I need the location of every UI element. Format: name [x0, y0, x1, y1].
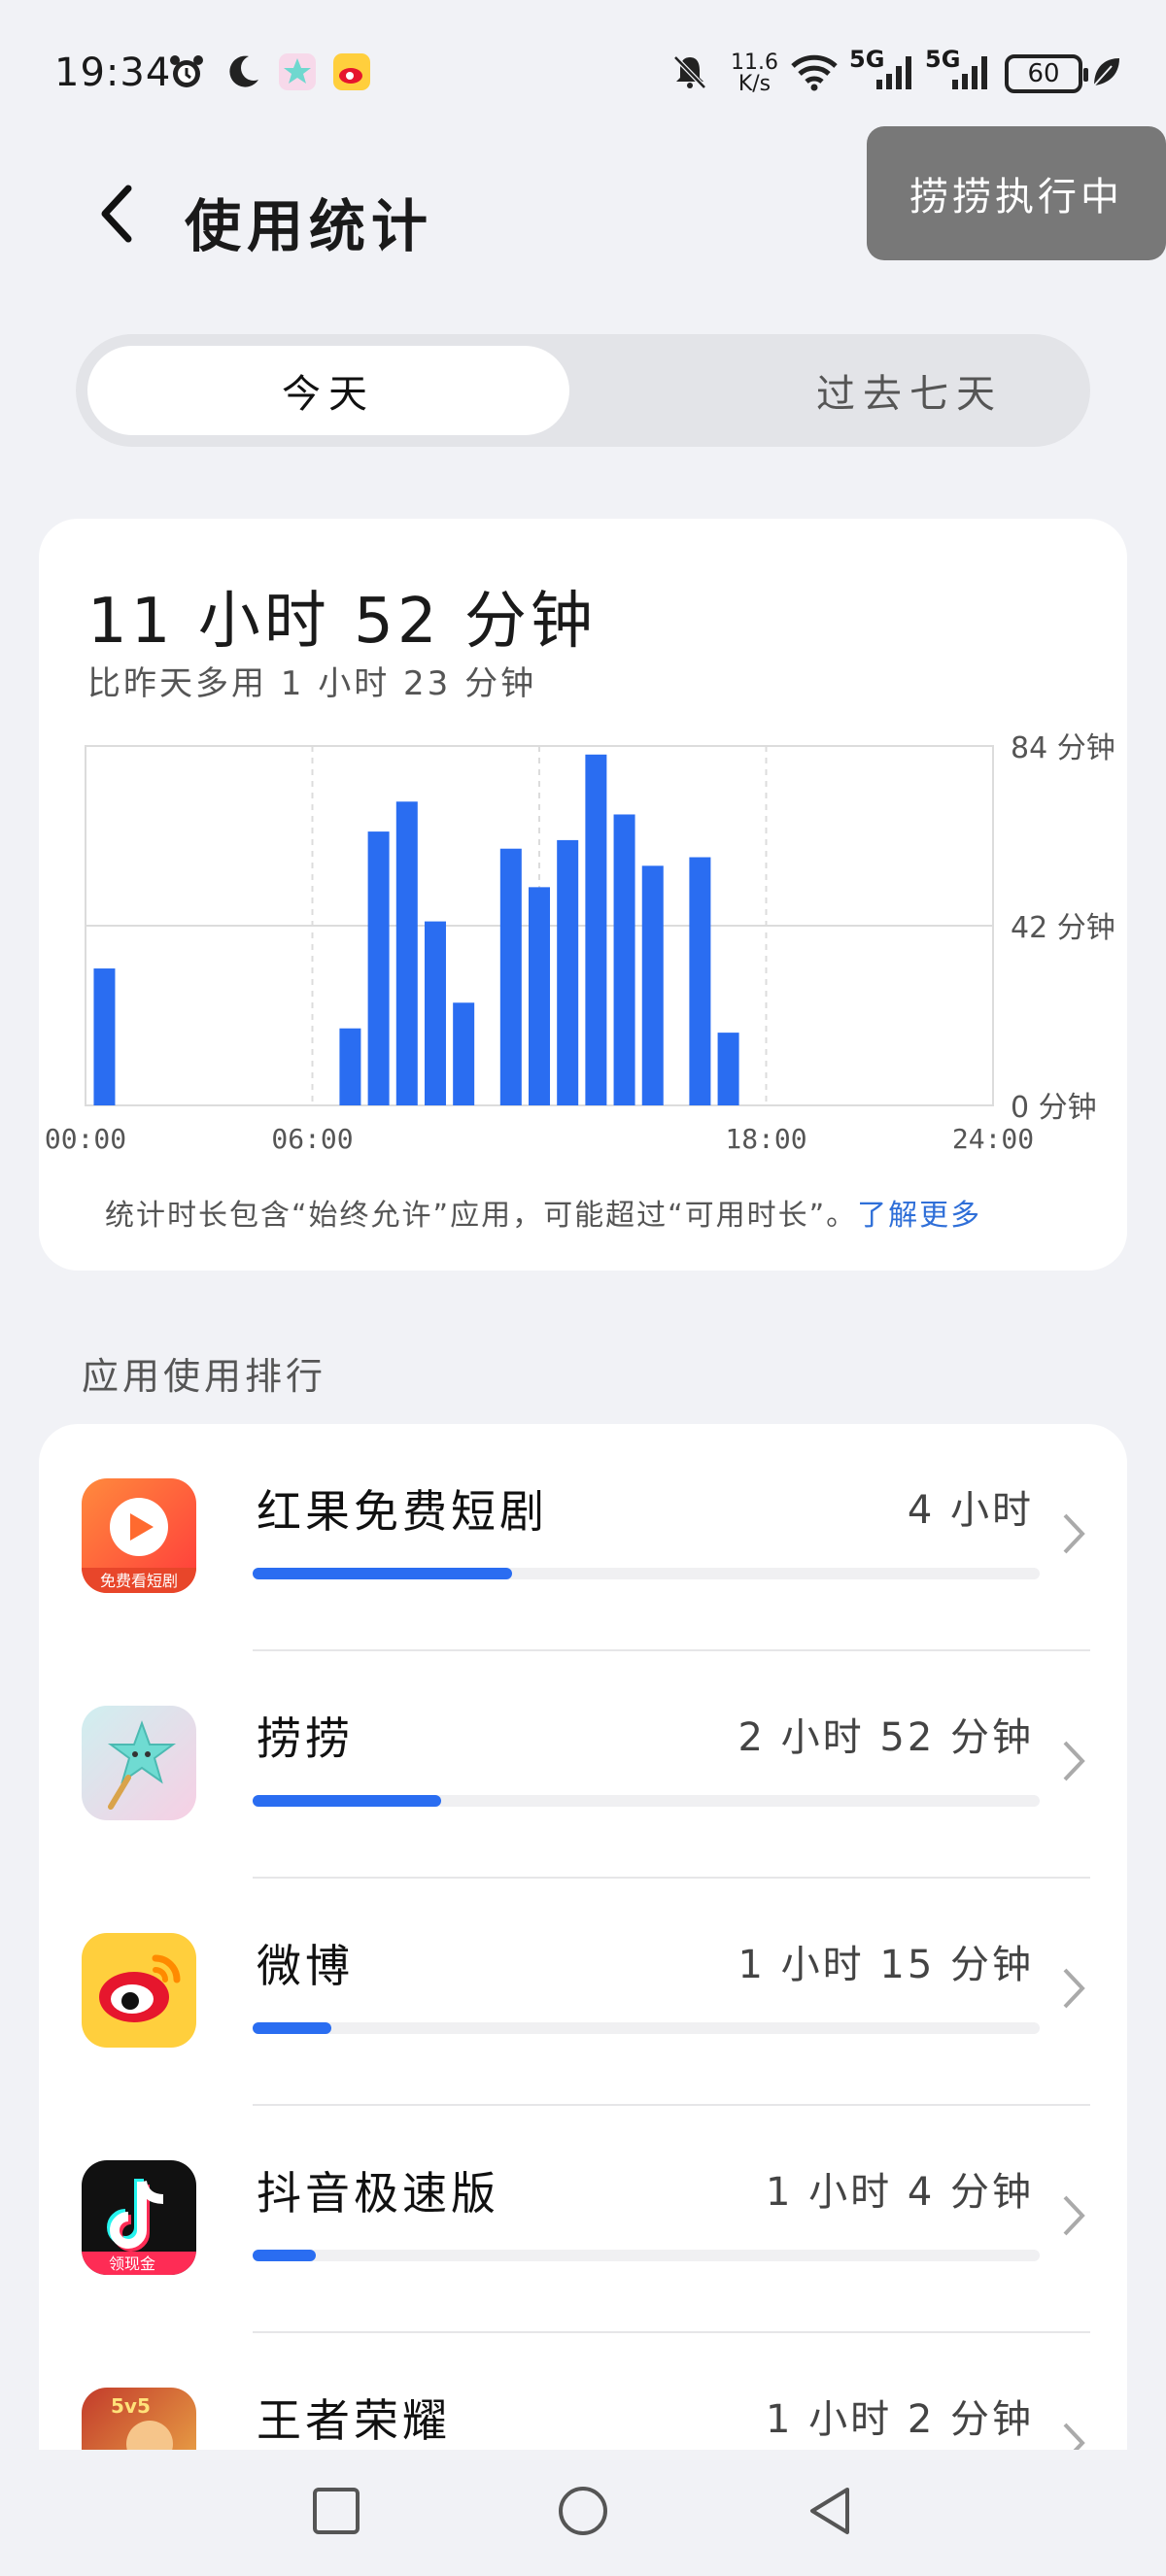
square-icon: [313, 2488, 360, 2534]
hongguo-icon: 免费看短剧: [82, 1478, 196, 1593]
chart-bar: [453, 1002, 475, 1105]
chevron-right-icon: [1063, 1513, 1085, 1554]
status-time: 19:34: [54, 51, 172, 95]
usage-progress-fill: [253, 2250, 316, 2261]
chart-y-tick-label: 84 分钟: [1011, 731, 1115, 765]
usage-note-text: 统计时长包含“始终允许”应用，可能超过“可用时长”。: [105, 1199, 858, 1233]
back-button[interactable]: [78, 175, 155, 253]
usage-summary-card: 11 小时 52 分钟 比昨天多用 1 小时 23 分钟 84 分钟 42 分钟 0…: [39, 519, 1127, 1271]
wifi-icon: [791, 54, 838, 91]
app-row-hongguo[interactable]: 免费看短剧 红果免费短剧 4 小时: [39, 1424, 1127, 1651]
signal-2-icon: [952, 56, 987, 89]
toast-notification: 捞捞执行中: [867, 126, 1166, 260]
chart-bar: [499, 848, 522, 1105]
chart-y-tick-label: 0 分钟: [1011, 1091, 1097, 1125]
app-row-douyin-lite[interactable]: 领现金 抖音极速版 1 小时 4 分钟: [39, 2106, 1127, 2333]
usage-progress-track: [253, 1795, 1040, 1807]
laolao-notification-icon: [279, 53, 316, 90]
period-segmented-control: 今天 过去七天: [76, 334, 1090, 447]
chevron-right-icon: [1063, 1741, 1085, 1781]
chart-x-tick-label: 06:00: [271, 1123, 353, 1155]
chart-bar: [424, 921, 446, 1105]
weibo-icon: [82, 1933, 196, 2048]
app-name: 捞捞: [257, 1712, 354, 1765]
app-name: 王者荣耀: [257, 2394, 451, 2447]
circle-icon: [559, 2487, 607, 2535]
svg-text:领现金: 领现金: [109, 2254, 155, 2273]
app-row-weibo[interactable]: 微博 1 小时 15 分钟: [39, 1879, 1127, 2106]
weibo-notification-icon: [333, 53, 370, 90]
usage-progress-fill: [253, 2022, 331, 2034]
home-button[interactable]: [544, 2477, 622, 2545]
signal-1-icon: [876, 56, 911, 89]
page-title: 使用统计: [185, 193, 434, 259]
app-ranking-list: 免费看短剧 红果免费短剧 4 小时 捞捞 2 小时 52 分钟 微博 1 小时 …: [39, 1424, 1127, 2576]
leaf-icon: [1093, 58, 1119, 86]
chart-bar: [641, 865, 664, 1105]
chart-bar: [93, 968, 116, 1105]
tab-today[interactable]: 今天: [87, 346, 569, 435]
chevron-right-icon: [1063, 1968, 1085, 2009]
chart-bar: [367, 831, 390, 1105]
svg-text:5v5: 5v5: [111, 2394, 151, 2418]
tab-past-seven-days[interactable]: 过去七天: [669, 346, 1150, 435]
app-row-laolao[interactable]: 捞捞 2 小时 52 分钟: [39, 1651, 1127, 1879]
laolao-icon: [82, 1706, 196, 1820]
usage-progress-track: [253, 1568, 1040, 1579]
usage-progress-track: [253, 2022, 1040, 2034]
usage-note: 统计时长包含“始终允许”应用，可能超过“可用时长”。了解更多: [105, 1191, 981, 1234]
app-usage-time: 4 小时: [907, 1488, 1034, 1533]
mute-bell-icon: [673, 55, 706, 89]
app-name: 微博: [257, 1940, 354, 1992]
app-name: 红果免费短剧: [257, 1485, 548, 1538]
alarm-icon: [170, 55, 203, 87]
chart-x-tick-label: 18:00: [725, 1123, 806, 1155]
svg-text:免费看短剧: 免费看短剧: [100, 1572, 178, 1590]
status-bar: 19:34 11.6 K/s 5G 5G 60: [0, 0, 1166, 146]
chart-y-tick-label: 42 分钟: [1011, 911, 1115, 945]
chart-bar: [613, 814, 635, 1105]
chart-bar: [339, 1028, 361, 1105]
chart-bar: [585, 754, 607, 1105]
usage-progress-track: [253, 2250, 1040, 2261]
ranking-section-title: 应用使用排行: [82, 1355, 327, 1398]
douyin-icon: 领现金: [82, 2160, 196, 2275]
back-nav-button[interactable]: [791, 2477, 869, 2545]
app-usage-time: 1 小时 2 分钟: [765, 2397, 1034, 2442]
chart-bar: [689, 857, 711, 1105]
app-usage-time: 2 小时 52 分钟: [737, 1715, 1034, 1760]
system-navigation-bar: [0, 2450, 1166, 2576]
app-name: 抖音极速版: [257, 2167, 499, 2220]
chart-bar: [717, 1033, 739, 1105]
recents-button[interactable]: [297, 2477, 375, 2545]
usage-progress-fill: [253, 1795, 442, 1807]
net-speed: 11.6 K/s: [731, 51, 778, 96]
chevron-left-icon: [101, 185, 132, 243]
moon-icon: [229, 55, 258, 87]
chart-bar: [557, 839, 579, 1105]
app-usage-time: 1 小时 15 分钟: [737, 1943, 1034, 1987]
hourly-usage-chart: 84 分钟 42 分钟 0 分钟 00:00 06:00 18:00 24:00: [45, 731, 1115, 1155]
triangle-back-icon: [810, 2488, 849, 2534]
chart-x-tick-label: 24:00: [952, 1123, 1034, 1155]
app-usage-time: 1 小时 4 分钟: [765, 2170, 1034, 2215]
chart-x-tick-label: 00:00: [45, 1123, 126, 1155]
chart-bar: [529, 887, 550, 1105]
learn-more-link[interactable]: 了解更多: [857, 1199, 981, 1233]
usage-progress-fill: [253, 1568, 513, 1579]
chart-bar: [395, 801, 418, 1105]
battery-indicator: 60: [1005, 54, 1088, 93]
chevron-right-icon: [1063, 2195, 1085, 2236]
